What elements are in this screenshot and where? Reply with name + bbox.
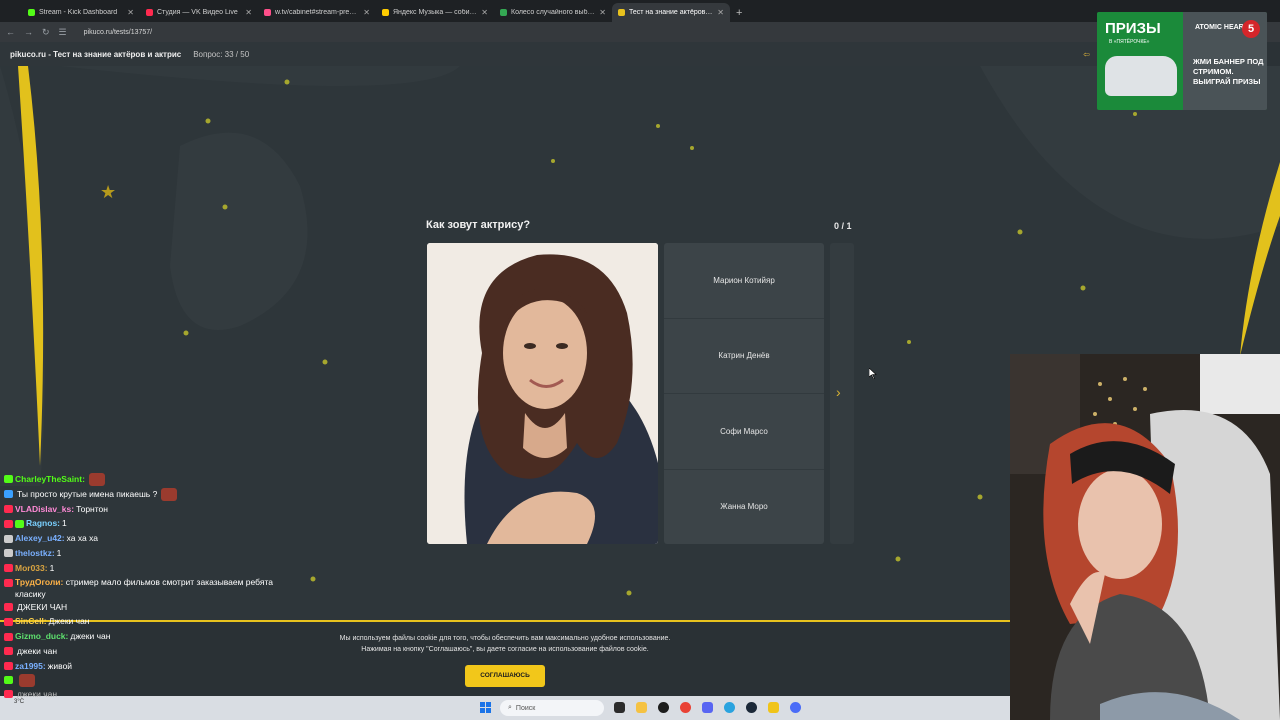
ad-call-to-action: ЖМИ БАННЕР ПОД СТРИМОМ. ВЫИГРАЙ ПРИЗЫ bbox=[1193, 57, 1264, 86]
chat-message: SinCell: Джеки чан bbox=[4, 614, 304, 629]
score-counter: 0 / 1 bbox=[834, 221, 852, 231]
wheel-icon bbox=[500, 9, 507, 16]
url-field[interactable]: pikuco.ru/tests/13757/ bbox=[84, 29, 153, 36]
new-tab-button[interactable]: + bbox=[736, 3, 742, 22]
back-icon[interactable]: ← bbox=[6, 27, 15, 37]
chevron-right-icon[interactable]: › bbox=[836, 384, 841, 400]
answer-option-3[interactable]: Софи Марсо bbox=[664, 394, 824, 470]
ad-brand: ATOMIC HEART bbox=[1195, 24, 1249, 31]
chat-message: Ragnos: 1 bbox=[4, 516, 304, 531]
site-header: pikuco.ru - Тест на знание актёров и акт… bbox=[0, 42, 1100, 66]
tab-strip: Stream - Kick Dashboard ✕ Студия — VK Вид… bbox=[0, 0, 1280, 22]
question-title: Как зовут актрису? bbox=[426, 219, 531, 231]
chat-message: za1995: живой bbox=[4, 659, 304, 674]
app-icon[interactable] bbox=[768, 702, 779, 713]
answer-option-1[interactable]: Марион Котийяр bbox=[664, 243, 824, 319]
w-badge-icon bbox=[4, 534, 13, 543]
tab-yandex-music[interactable]: Яндекс Музыка — собираем ✕ bbox=[376, 3, 494, 22]
chat-message bbox=[4, 673, 304, 687]
exit-icon[interactable]: ⇦ bbox=[1083, 50, 1090, 59]
chrome-icon[interactable] bbox=[680, 702, 691, 713]
vk-badge-icon bbox=[4, 519, 13, 528]
actress-photo bbox=[427, 243, 658, 544]
vk-badge-icon bbox=[4, 689, 13, 698]
next-question-panel[interactable] bbox=[830, 243, 854, 544]
vk-badge-icon bbox=[4, 632, 13, 641]
ad-headline: ПРИЗЫ bbox=[1105, 20, 1161, 37]
tab-wheel[interactable]: Колесо случайного выбора ✕ bbox=[494, 3, 612, 22]
svg-text:★: ★ bbox=[100, 182, 116, 203]
car-image bbox=[1105, 56, 1177, 96]
task-view-icon[interactable] bbox=[614, 702, 625, 713]
ad-banner[interactable]: ПРИЗЫ В «ПЯТЁРОЧКЕ» ATOMIC HEART 5 ЖМИ Б… bbox=[1097, 12, 1267, 110]
chat-message: джеки чан bbox=[4, 687, 304, 702]
vk-icon bbox=[146, 9, 153, 16]
messenger-icon[interactable] bbox=[790, 702, 801, 713]
vk-badge-icon bbox=[4, 662, 13, 671]
vk-badge-icon bbox=[4, 578, 13, 587]
site-info-icon[interactable]: ☰ bbox=[59, 27, 67, 38]
pikuco-icon bbox=[618, 9, 625, 16]
chat-message: thelostkz: 1 bbox=[4, 546, 304, 561]
wtv-icon bbox=[264, 9, 271, 16]
obs-icon[interactable] bbox=[658, 702, 669, 713]
emote-icon bbox=[19, 673, 35, 687]
close-icon[interactable]: ✕ bbox=[481, 8, 488, 17]
vk-badge-icon bbox=[4, 602, 13, 611]
telegram-icon[interactable] bbox=[724, 702, 735, 713]
chat-message: CharleyTheSaint: bbox=[4, 472, 304, 487]
address-bar: ← → ↻ ☰ pikuco.ru/tests/13757/ bbox=[0, 22, 1280, 42]
chat-message: Alexey_u42: ха ха ха bbox=[4, 531, 304, 546]
vk-badge-icon bbox=[4, 564, 13, 573]
tab-vk[interactable]: Студия — VK Видео Live ✕ bbox=[140, 3, 258, 22]
kick-icon bbox=[28, 9, 35, 16]
site-title: pikuco.ru - Тест на знание актёров и акт… bbox=[10, 49, 182, 59]
tab-quiz[interactable]: Тест на знание актёров и актр✕ bbox=[612, 3, 730, 22]
vk-badge-icon bbox=[4, 647, 13, 656]
stream-chat: CharleyTheSaint: Ты просто крутые имена … bbox=[4, 472, 304, 701]
chat-message: ДЖЕКИ ЧАН bbox=[4, 600, 304, 615]
badge-icon bbox=[4, 490, 13, 499]
ad-subheadline: В «ПЯТЁРОЧКЕ» bbox=[1109, 39, 1150, 45]
pyaterochka-logo: 5 bbox=[1242, 20, 1260, 38]
tab-kick[interactable]: Stream - Kick Dashboard ✕ bbox=[22, 3, 140, 22]
forward-icon[interactable]: → bbox=[24, 27, 33, 37]
close-icon[interactable]: ✕ bbox=[363, 8, 370, 17]
vk-badge-icon bbox=[4, 504, 13, 513]
emote-icon bbox=[161, 487, 178, 501]
search-icon: ⌕ bbox=[508, 704, 512, 711]
file-explorer-icon[interactable] bbox=[636, 702, 647, 713]
taskbar-search[interactable]: ⌕ Поиск bbox=[500, 700, 604, 716]
close-icon[interactable]: ✕ bbox=[599, 8, 606, 17]
windows-start-icon[interactable] bbox=[480, 702, 491, 713]
webcam-feed bbox=[1010, 354, 1280, 720]
answer-option-4[interactable]: Жанна Моро bbox=[664, 470, 824, 545]
chat-message: ТрудОголи: стример мало фильмов смотрит … bbox=[4, 576, 304, 600]
close-icon[interactable]: ✕ bbox=[245, 8, 252, 17]
answer-option-2[interactable]: Катрин Денёв bbox=[664, 319, 824, 394]
discord-icon[interactable] bbox=[702, 702, 713, 713]
reload-icon[interactable]: ↻ bbox=[42, 27, 50, 38]
close-icon[interactable]: ✕ bbox=[717, 8, 724, 17]
kick-badge-icon bbox=[4, 475, 13, 484]
chat-message: джеки чан bbox=[4, 644, 304, 659]
chat-message: Ты просто крутые имена пикаешь ? bbox=[4, 487, 304, 502]
kick-badge-icon bbox=[4, 676, 13, 685]
answer-list: Марион Котийяр Катрин Денёв Софи Марсо Ж… bbox=[664, 243, 824, 544]
w-badge-icon bbox=[4, 549, 13, 558]
accept-cookies-button[interactable]: СОГЛАШАЮСЬ bbox=[465, 665, 545, 687]
emote-icon bbox=[88, 472, 105, 486]
chat-message: Gizmo_duck: джеки чан bbox=[4, 629, 304, 644]
close-icon[interactable]: ✕ bbox=[127, 8, 134, 17]
yandex-music-icon bbox=[382, 9, 389, 16]
steam-icon[interactable] bbox=[746, 702, 757, 713]
vk-badge-icon bbox=[4, 617, 13, 626]
chat-message: VLADislav_ks: Торнтон bbox=[4, 502, 304, 517]
mouse-cursor-icon bbox=[869, 368, 877, 379]
tab-wtv[interactable]: w.tv/cabinet#stream-preview ✕ bbox=[258, 3, 376, 22]
question-counter: Вопрос: 33 / 50 bbox=[193, 49, 250, 59]
sub-badge-icon bbox=[15, 519, 24, 528]
chat-message: Mor033: 1 bbox=[4, 561, 304, 576]
